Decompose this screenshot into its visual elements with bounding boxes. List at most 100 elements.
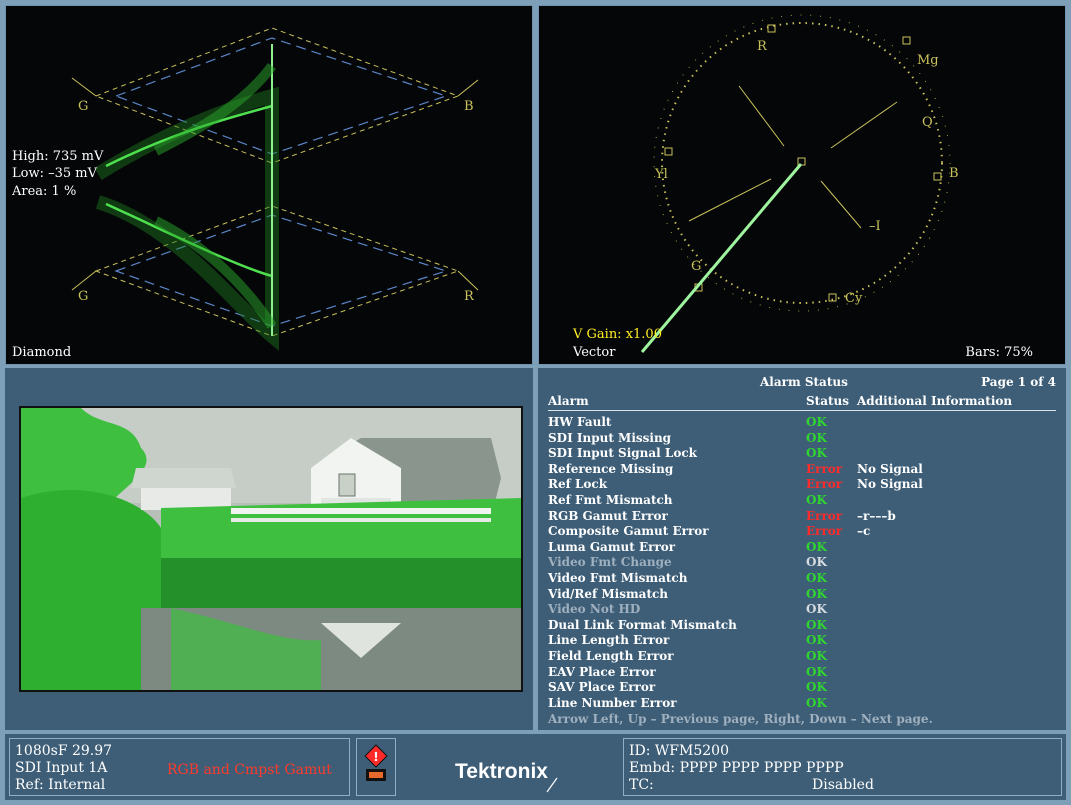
picture-thumbnail — [19, 406, 523, 692]
alarm-row: Line Length Error OK — [548, 633, 1058, 649]
alarm-status: Error — [806, 508, 843, 523]
alarm-column-header: Alarm — [548, 394, 589, 408]
diamond-label-g-top: G — [78, 99, 88, 114]
alarm-row: Line Number Error OK — [548, 696, 1058, 712]
readout-high: High: 735 mV — [12, 149, 104, 164]
gamut-warning: RGB and Cmpst Gamut — [167, 762, 332, 778]
instrument-info-box: ID: WFM5200 Embd: PPPP PPPP PPPP PPPP TC… — [623, 738, 1062, 796]
reference-source: Ref: Internal — [15, 777, 106, 793]
alarm-status: OK — [806, 446, 827, 461]
alarm-row: Vid/Ref Mismatch OK — [548, 587, 1058, 603]
vector-graticule: R Mg Q B Yl –I G Cy — [640, 14, 959, 353]
alarm-navigation-hint: Arrow Left, Up – Previous page, Right, D… — [548, 712, 933, 726]
alarm-status: OK — [806, 570, 827, 585]
alarm-name: SDI Input Signal Lock — [548, 446, 697, 461]
tektronix-logo: Tektronix — [455, 760, 548, 783]
timecode-label: TC: — [629, 777, 654, 793]
alarm-status: OK — [806, 680, 827, 695]
vector-display[interactable]: R Mg Q B Yl –I G Cy V Gain: x1.00 Vector… — [538, 5, 1066, 365]
warning-icon[interactable]: ! — [357, 739, 395, 795]
alarm-status: OK — [806, 664, 827, 679]
alarm-status: Error — [806, 477, 843, 492]
vector-gain: V Gain: x1.00 — [573, 327, 662, 342]
alarm-row: Ref Lock Error No Signal — [548, 477, 1058, 493]
alarm-name: Composite Gamut Error — [548, 524, 709, 539]
alarm-status: OK — [806, 602, 827, 617]
diamond-graticule: G B G R — [71, 27, 479, 351]
info-column-header: Additional Information — [857, 394, 1013, 408]
alarm-row: Reference Missing Error No Signal — [548, 462, 1058, 478]
alarm-header-divider — [548, 410, 1056, 411]
instrument-id: ID: WFM5200 — [629, 743, 729, 759]
embedded-audio: Embd: PPPP PPPP PPPP PPPP — [629, 760, 844, 776]
signal-info-box: 1080sF 29.97 SDI Input 1A Ref: Internal … — [9, 738, 350, 796]
alarm-page-indicator: Page 1 of 4 — [981, 375, 1056, 389]
alarm-row: Dual Link Format Mismatch OK — [548, 618, 1058, 634]
alarm-name: Luma Gamut Error — [548, 539, 676, 554]
alarm-row: Video Fmt Change OK — [548, 555, 1058, 571]
alarm-list: HW Fault OK SDI Input Missing OK SDI Input S… — [548, 415, 1058, 711]
alarm-name: Ref Fmt Mismatch — [548, 492, 673, 507]
alarm-status: OK — [806, 539, 827, 554]
readout-area: Area: 1 % — [12, 184, 77, 199]
logo-slash-icon — [546, 777, 558, 793]
alarm-status: OK — [806, 617, 827, 632]
vector-name: Vector — [573, 345, 616, 360]
alarm-row: EAV Place Error OK — [548, 665, 1058, 681]
alarm-name: Line Length Error — [548, 633, 670, 648]
alarm-row: Video Not HD OK — [548, 602, 1058, 618]
input-source: SDI Input 1A — [15, 760, 108, 776]
alarm-row: Ref Fmt Mismatch OK — [548, 493, 1058, 509]
alarm-name: Reference Missing — [548, 461, 674, 476]
diamond-name: Diamond — [12, 345, 72, 360]
alarm-status-panel[interactable]: Alarm Status Page 1 of 4 Alarm Status Ad… — [538, 368, 1066, 730]
alarm-name: EAV Place Error — [548, 664, 656, 679]
timecode-value: Disabled — [812, 777, 874, 793]
status-bar: 1080sF 29.97 SDI Input 1A Ref: Internal … — [5, 734, 1066, 800]
vector-target-mg: Mg — [917, 53, 939, 68]
alarm-name: SDI Input Missing — [548, 430, 672, 445]
alarm-row: SAV Place Error OK — [548, 680, 1058, 696]
alarm-name: Field Length Error — [548, 648, 674, 663]
diamond-label-b: B — [464, 99, 474, 114]
status-column-header: Status — [806, 394, 850, 408]
alarm-info: –c — [857, 524, 871, 539]
alarm-status: Error — [806, 524, 843, 539]
alarm-name: Video Not HD — [548, 602, 641, 617]
diamond-label-r: R — [464, 289, 475, 304]
alarm-status: OK — [806, 415, 827, 429]
alarm-status: Error — [806, 461, 843, 476]
alarm-icon-box[interactable]: ! — [356, 738, 396, 796]
alarm-name: Line Number Error — [548, 695, 677, 710]
vector-target-r: R — [757, 39, 768, 54]
alarm-status: OK — [806, 586, 827, 601]
alarm-name: Dual Link Format Mismatch — [548, 617, 737, 632]
vector-target-b: B — [949, 166, 959, 181]
vector-target-g: G — [691, 259, 701, 274]
alarm-row: RGB Gamut Error Error –r–––b — [548, 509, 1058, 525]
alarm-status: OK — [806, 492, 827, 507]
diamond-display[interactable]: G B G R High: 735 mV Low: –35 mV Area: 1… — [5, 5, 533, 365]
alarm-row: Luma Gamut Error OK — [548, 540, 1058, 556]
picture-display[interactable] — [5, 368, 533, 730]
farm-barn-image — [21, 408, 521, 690]
alarm-row: Field Length Error OK — [548, 649, 1058, 665]
alarm-info: –r–––b — [857, 508, 896, 523]
readout-low: Low: –35 mV — [12, 166, 97, 181]
alarm-name: HW Fault — [548, 415, 612, 429]
vector-target-yl: Yl — [654, 167, 668, 182]
alarm-info: No Signal — [857, 461, 923, 476]
video-format: 1080sF 29.97 — [15, 743, 113, 759]
svg-text:!: ! — [373, 750, 378, 764]
alarm-status: OK — [806, 633, 827, 648]
alarm-row: SDI Input Missing OK — [548, 431, 1058, 447]
alarm-row: Video Fmt Mismatch OK — [548, 571, 1058, 587]
alarm-name: SAV Place Error — [548, 680, 656, 695]
alarm-name: Video Fmt Change — [548, 555, 672, 570]
diamond-label-g-bottom: G — [78, 289, 88, 304]
alarm-row: HW Fault OK — [548, 415, 1058, 431]
vector-target-q: Q — [922, 115, 933, 130]
vector-target-i: –I — [869, 219, 881, 234]
alarm-row: Composite Gamut Error Error –c — [548, 524, 1058, 540]
alarm-name: Video Fmt Mismatch — [548, 570, 688, 585]
